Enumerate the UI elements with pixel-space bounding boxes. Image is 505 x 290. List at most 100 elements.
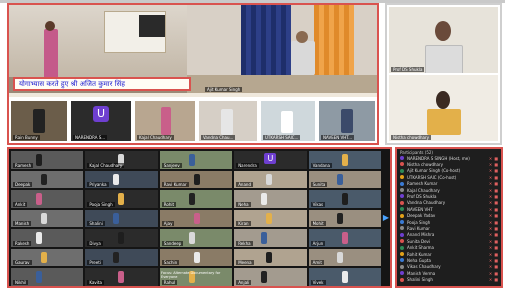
strip-tile-4[interactable]: Vandna Chau... (199, 101, 257, 141)
mic-muted-icon[interactable]: ✕ (489, 181, 492, 186)
mic-muted-icon[interactable]: ✕ (489, 175, 492, 180)
mic-muted-icon[interactable]: ✕ (489, 264, 492, 269)
mic-muted-icon[interactable]: ✕ (489, 232, 492, 237)
strip-tile-6[interactable]: NAVEEN VHT... (319, 101, 375, 141)
participant-row[interactable]: Manish Verma ✕ ■ (400, 270, 498, 276)
gallery-tile[interactable]: Kavita (85, 268, 158, 286)
mic-muted-icon[interactable]: ✕ (489, 156, 492, 161)
mic-muted-icon[interactable]: ✕ (489, 226, 492, 231)
mic-muted-icon[interactable]: ✕ (489, 271, 492, 276)
gallery-tile[interactable]: Mohit (308, 209, 381, 228)
mic-muted-icon[interactable]: ✕ (489, 188, 492, 193)
gallery-tile[interactable]: U Narendra (234, 151, 307, 169)
gallery-tile[interactable]: Sanjeev (159, 151, 233, 169)
strip-tile-1[interactable]: Rain Bunny (11, 101, 67, 141)
gallery-tile[interactable]: Nikhil (11, 268, 84, 286)
gallery-tile[interactable]: Sandeep (159, 229, 233, 247)
gallery-tile[interactable]: Vivek (308, 268, 381, 286)
mic-muted-icon[interactable]: ✕ (489, 207, 492, 212)
strip-tile-2[interactable]: U NARENDRA S... (71, 101, 131, 141)
mic-muted-icon[interactable]: ✕ (489, 200, 492, 205)
participant-row[interactable]: Anand Mishra ✕ ■ (400, 232, 498, 238)
gallery-tile[interactable]: Anand (234, 170, 307, 189)
gallery-tile[interactable]: Divya (85, 229, 158, 247)
video-off-icon[interactable]: ■ (494, 194, 498, 199)
mic-muted-icon[interactable]: ✕ (489, 239, 492, 244)
video-off-icon[interactable]: ■ (494, 200, 498, 205)
mic-muted-icon[interactable]: ✕ (489, 220, 492, 225)
mic-muted-icon[interactable]: ✕ (489, 245, 492, 250)
video-off-icon[interactable]: ■ (494, 271, 498, 276)
video-off-icon[interactable]: ■ (494, 213, 498, 218)
gallery-tile[interactable]: Amit (308, 248, 381, 267)
participant-row[interactable]: NARENDRA S SINGH (Host, me) ✕ ■ (400, 155, 498, 161)
mic-muted-icon[interactable]: ✕ (489, 168, 492, 173)
video-off-icon[interactable]: ■ (494, 232, 498, 237)
gallery-tile[interactable]: Meena (234, 248, 307, 267)
video-off-icon[interactable]: ■ (494, 168, 498, 173)
participant-row[interactable]: Ravi Kumar ✕ ■ (400, 225, 498, 231)
participant-row[interactable]: Pooja Singh ✕ ■ (400, 219, 498, 225)
video-off-icon[interactable]: ■ (494, 258, 498, 263)
participant-row[interactable]: Vikas Chaudhary ✕ ■ (400, 264, 498, 270)
gallery-tile[interactable]: Ravi Kumar (159, 170, 233, 189)
video-off-icon[interactable]: ■ (494, 181, 498, 186)
video-off-icon[interactable]: ■ (494, 264, 498, 269)
gallery-tile[interactable]: Preeti (85, 248, 158, 267)
participant-row[interactable]: Vandna Chaudhary ✕ ■ (400, 200, 498, 206)
video-off-icon[interactable]: ■ (494, 156, 498, 161)
gallery-tile[interactable]: Rakesh (11, 229, 84, 247)
participant-row[interactable]: Prof DS Shukla ✕ ■ (400, 193, 498, 199)
gallery-tile[interactable]: Deepak (11, 170, 84, 189)
gallery-tile[interactable]: Vandana (308, 151, 381, 169)
gallery-tile[interactable]: Sunita (308, 170, 381, 189)
gallery-tile[interactable]: Neha (234, 190, 307, 208)
gallery-tile[interactable]: Priyanka (85, 170, 158, 189)
mic-muted-icon[interactable]: ✕ (489, 213, 492, 218)
mic-muted-icon[interactable]: ✕ (489, 194, 492, 199)
gallery-tile[interactable]: Anjali (234, 268, 307, 286)
video-off-icon[interactable]: ■ (494, 175, 498, 180)
gallery-tile[interactable]: Shalini (85, 209, 158, 228)
next-page-arrow[interactable]: ▶ (382, 213, 390, 223)
video-off-icon[interactable]: ■ (494, 188, 498, 193)
strip-tile-5[interactable]: UTKARSH SAIC... (261, 101, 315, 141)
participant-row[interactable]: Deepak Yadav ✕ ■ (400, 213, 498, 219)
strip-tile-3[interactable]: Kajal Chaudhary (135, 101, 195, 141)
mic-muted-icon[interactable]: ✕ (489, 252, 492, 257)
gallery-tile[interactable]: Sachin (159, 248, 233, 267)
participant-row[interactable]: Neha Gupta ✕ ■ (400, 257, 498, 263)
right-tile-2[interactable]: Nistha chowdhary (389, 75, 498, 141)
gallery-tile[interactable]: Vikas (308, 190, 381, 208)
gallery-tile[interactable]: Pooja Singh (85, 190, 158, 208)
participant-row[interactable]: Rohit Kumar ✕ ■ (400, 251, 498, 257)
gallery-tile[interactable]: Kajal Chaudhary (85, 151, 158, 169)
mic-muted-icon[interactable]: ✕ (489, 277, 492, 282)
mic-muted-icon[interactable]: ✕ (489, 162, 492, 167)
video-off-icon[interactable]: ■ (494, 245, 498, 250)
participant-row[interactable]: Shalini Singh ✕ ■ (400, 277, 498, 283)
participant-row[interactable]: NAVEEN VHT ✕ ■ (400, 206, 498, 212)
video-off-icon[interactable]: ■ (494, 277, 498, 282)
right-tile-1[interactable]: Prof DS Shukla (389, 7, 498, 73)
gallery-tile[interactable]: Manish (11, 209, 84, 228)
gallery-tile[interactable]: Ankit (11, 190, 84, 208)
video-off-icon[interactable]: ■ (494, 207, 498, 212)
gallery-tile[interactable]: Ramesh (11, 151, 84, 169)
participant-row[interactable]: Ajit Kumar Singh (Co-host) ✕ ■ (400, 168, 498, 174)
participant-row[interactable]: UTKARSH SAIC (Co-host) ✕ ■ (400, 174, 498, 180)
participant-row[interactable]: Ankit Sharma ✕ ■ (400, 245, 498, 251)
participant-row[interactable]: Nistha chowdhary ✕ ■ (400, 161, 498, 167)
video-off-icon[interactable]: ■ (494, 162, 498, 167)
video-off-icon[interactable]: ■ (494, 252, 498, 257)
gallery-tile[interactable]: Kiran (234, 209, 307, 228)
participant-row[interactable]: Sunita Devi ✕ ■ (400, 238, 498, 244)
video-off-icon[interactable]: ■ (494, 220, 498, 225)
video-off-icon[interactable]: ■ (494, 239, 498, 244)
video-off-icon[interactable]: ■ (494, 226, 498, 231)
gallery-tile[interactable]: Gaurav (11, 248, 84, 267)
gallery-tile[interactable]: Rohit (159, 190, 233, 208)
participant-row[interactable]: Kajal Chaudhary ✕ ■ (400, 187, 498, 193)
gallery-tile[interactable]: Ajay (159, 209, 233, 228)
gallery-tile[interactable]: Rekha (234, 229, 307, 247)
